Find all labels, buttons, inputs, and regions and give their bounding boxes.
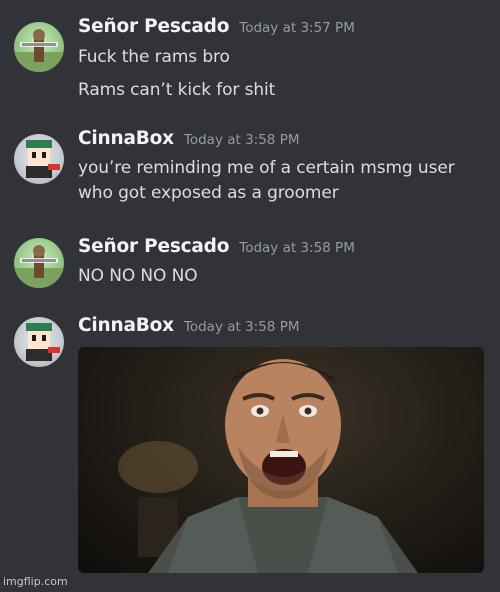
timestamp: Today at 3:57 PM	[239, 20, 355, 36]
pescado-avatar-icon	[14, 245, 64, 288]
timestamp: Today at 3:58 PM	[239, 240, 355, 256]
username[interactable]: CinnaBox	[78, 315, 174, 336]
avatar-senor-pescado[interactable]	[14, 238, 64, 288]
message-header: Señor Pescado Today at 3:58 PM	[78, 236, 355, 266]
message-header: Señor Pescado Today at 3:57 PM	[78, 16, 355, 46]
avatar-cinnabox[interactable]	[14, 317, 64, 367]
username[interactable]: Señor Pescado	[78, 236, 229, 257]
avatar-cinnabox[interactable]	[14, 134, 64, 184]
timestamp: Today at 3:58 PM	[183, 319, 300, 335]
image-attachment[interactable]	[78, 347, 484, 573]
username[interactable]: Señor Pescado	[78, 16, 229, 37]
message-text: who got exposed as a groomer	[78, 183, 339, 203]
message-text: Rams can’t kick for shit	[78, 80, 276, 100]
message-text: you’re reminding me of a certain msmg us…	[78, 158, 455, 178]
message-text: Fuck the rams bro	[78, 47, 230, 67]
message-text: NO NO NO NO	[78, 266, 198, 286]
imgflip-watermark: imgflip.com	[3, 575, 68, 588]
pescado-avatar-icon	[14, 29, 64, 72]
chat-view: Señor Pescado Today at 3:57 PM Fuck the …	[0, 0, 500, 592]
message-header: CinnaBox Today at 3:58 PM	[78, 315, 299, 345]
cinnabox-avatar-icon	[26, 323, 60, 361]
avatar-senor-pescado[interactable]	[14, 22, 64, 72]
username[interactable]: CinnaBox	[78, 128, 174, 149]
timestamp: Today at 3:58 PM	[183, 132, 300, 148]
cinnabox-avatar-icon	[26, 140, 60, 178]
message-header: CinnaBox Today at 3:58 PM	[78, 128, 299, 158]
shocked-man-image-icon	[118, 359, 418, 573]
